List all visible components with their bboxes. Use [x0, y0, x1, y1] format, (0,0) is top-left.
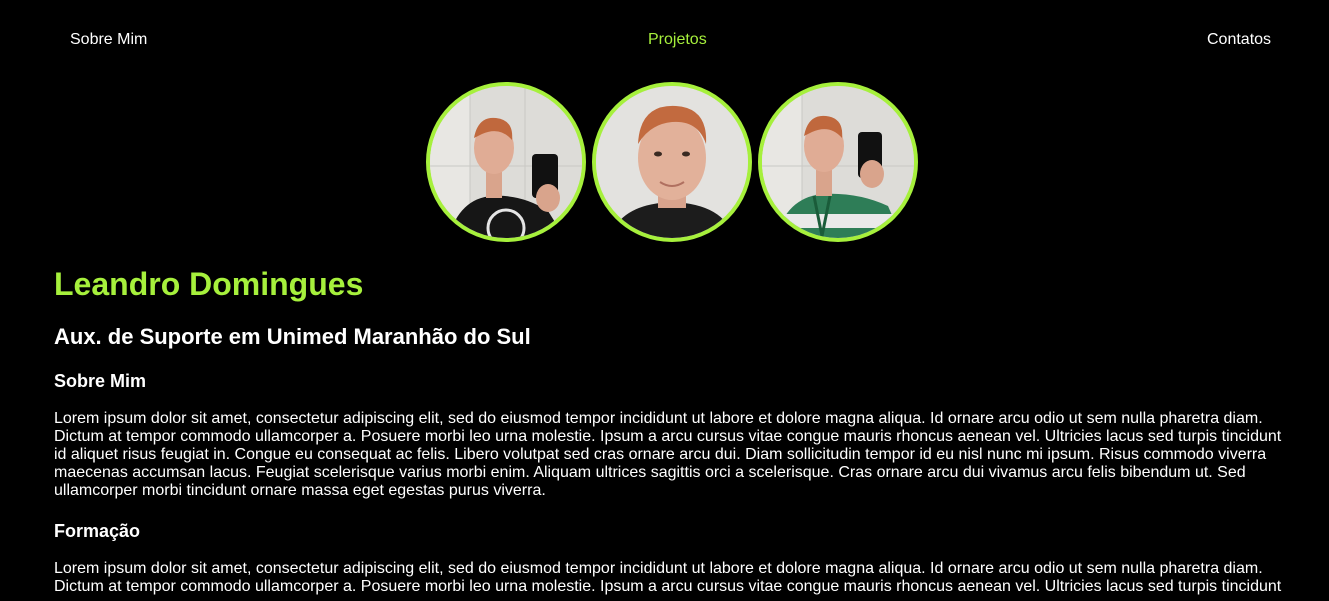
section-text-formacao: Lorem ipsum dolor sit amet, consectetur … [54, 560, 1282, 595]
profile-photo-1 [426, 82, 586, 242]
profile-role: Aux. de Suporte em Unimed Maranhão do Su… [54, 324, 531, 349]
nav-link-sobre-mim[interactable]: Sobre Mim [70, 31, 147, 49]
nav-link-contatos[interactable]: Contatos [1207, 31, 1271, 49]
profile-photos [426, 82, 918, 242]
nav-link-projetos[interactable]: Projetos [648, 31, 707, 49]
profile-name: Leandro Domingues [54, 266, 364, 302]
top-nav: Sobre Mim Projetos Contatos [0, 0, 1329, 82]
section-text-sobre-mim: Lorem ipsum dolor sit amet, consectetur … [54, 410, 1282, 499]
profile-photo-3 [758, 82, 918, 242]
section-title-sobre-mim: Sobre Mim [54, 371, 147, 391]
main-content: Leandro Domingues Aux. de Suporte em Uni… [54, 262, 1286, 596]
profile-photo-2 [592, 82, 752, 242]
section-title-formacao: Formação [54, 521, 141, 541]
